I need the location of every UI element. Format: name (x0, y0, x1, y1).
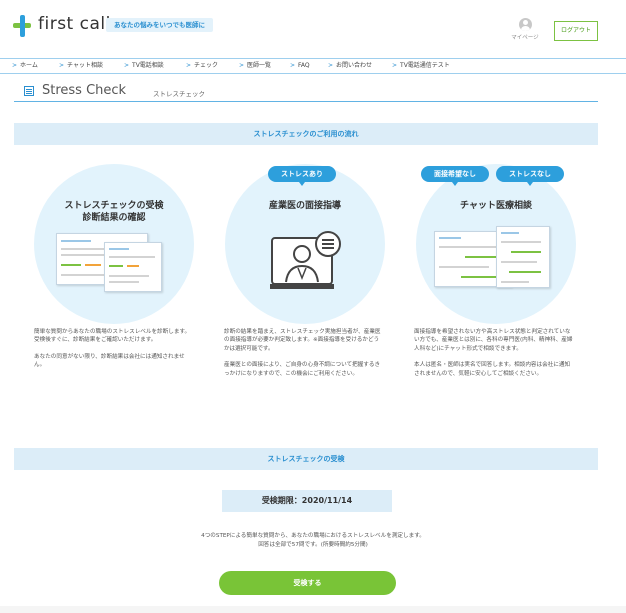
logo-text[interactable]: first call (38, 14, 111, 34)
mypage-link[interactable]: マイページ (508, 18, 542, 44)
desc-paragraph: 本人は匿名・医師は実名で回答します。相談内容は会社に通知されませんので、気軽に安… (414, 362, 571, 377)
result-doc-image-front (104, 242, 162, 292)
chat-screen-image-front (496, 226, 550, 288)
chevron-right-icon: > (124, 62, 130, 69)
list-icon (24, 86, 34, 96)
chevron-right-icon: > (12, 62, 18, 69)
flow-section-title: ストレスチェックのご利用の流れ (14, 123, 598, 145)
desc-paragraph: 産業医との面接により、ご自身の心身不調について把握するきっかけになりますので、こ… (224, 362, 381, 377)
chevron-right-icon: > (392, 62, 398, 69)
step-title-line: 診断結果の確認 (82, 213, 146, 223)
exam-section-title: ストレスチェックの受検 (14, 448, 598, 470)
step-desc-chat: 面接指導を希望されない方や高ストレス状態と判定されていない方でも、産業医とは別に… (414, 328, 574, 386)
step-desc-interview: 診断の結果を踏まえ、ストレスチェック実施担当者が、産業医の面接指導が必要か判定致… (224, 328, 384, 386)
badge-stress-no: ストレスなし (496, 166, 564, 186)
step-title-line: 産業医の面接指導 (268, 201, 341, 211)
exam-info-line: 回答は全部で57問です。(所要時間約5分間) (258, 542, 368, 548)
exam-deadline: 受検期限：2020/11/14 (222, 490, 392, 512)
step-title-line: チャット医療相談 (460, 201, 532, 211)
header: first call あなたの悩みをいつでも医師に マイページ ログアウト (0, 0, 626, 58)
logo-cross-icon[interactable] (13, 15, 31, 37)
nav-item-faq[interactable]: > FAQ (290, 59, 310, 73)
desc-paragraph: あなたの同意がない限り、診断結果は会社には通知されません。 (34, 353, 185, 369)
desc-paragraph: 簡単な質問からあなたの職場のストレスレベルを診断します。受検後すぐに、診断結果を… (34, 329, 191, 344)
tagline: あなたの悩みをいつでも医師に (106, 18, 213, 32)
nav-item-chat[interactable]: > チャット相談 (59, 59, 103, 73)
page-subtitle: ストレスチェック (153, 90, 205, 98)
desc-paragraph: 面接指導を希望されない方や高ストレス状態と判定されていない方でも、産業医とは別に… (414, 329, 573, 352)
desc-paragraph: 診断の結果を踏まえ、ストレスチェック実施担当者が、産業医の面接指導が必要か判定致… (224, 329, 381, 352)
exam-info-line: 4つのSTEPによる簡単な質問から、あなたの職場におけるストレスレベルを測定しま… (201, 533, 425, 539)
nav-label: ホーム (20, 62, 38, 69)
doctor-monitor-icon (270, 231, 341, 289)
exam-info: 4つのSTEPによる簡単な質問から、あなたの職場におけるストレスレベルを測定しま… (0, 532, 626, 550)
logout-button[interactable]: ログアウト (554, 21, 598, 41)
step-title-check: ストレスチェックの受検 診断結果の確認 (34, 200, 194, 224)
nav-label: 医師一覧 (247, 62, 272, 69)
step-desc-check: 簡単な質問からあなたの職場のストレスレベルを診断します。受検後すぐに、診断結果を… (34, 328, 194, 378)
start-exam-button[interactable]: 受検する (219, 571, 396, 595)
nav-item-tv[interactable]: > TV電話相談 (124, 59, 164, 73)
chevron-right-icon: > (290, 62, 296, 69)
chevron-right-icon: > (59, 62, 65, 69)
mypage-label: マイページ (511, 35, 539, 41)
nav-label: TV電話相談 (132, 62, 164, 69)
nav-item-contact[interactable]: > お問い合わせ (328, 59, 372, 73)
nav-item-tv-test[interactable]: > TV電話通信テスト (392, 59, 450, 73)
nav-item-doctors[interactable]: > 医師一覧 (239, 59, 271, 73)
nav-label: FAQ (298, 62, 310, 69)
nav-item-check[interactable]: > チェック (186, 59, 218, 73)
main-nav: > ホーム > チャット相談 > TV電話相談 > チェック > 医師一覧 > FAQ > お… (0, 58, 626, 74)
chevron-right-icon: > (328, 62, 334, 69)
nav-label: チェック (194, 62, 219, 69)
step-title-line: ストレスチェックの受検 (64, 201, 164, 211)
avatar-icon (518, 18, 532, 31)
step-title-chat: チャット医療相談 (416, 200, 576, 212)
step-title-interview: 産業医の面接指導 (225, 200, 385, 212)
nav-label: チャット相談 (67, 62, 103, 69)
page-title: Stress Check (42, 83, 127, 98)
badge-stress-yes: ストレスあり (268, 166, 336, 186)
nav-item-home[interactable]: > ホーム (12, 59, 38, 73)
chevron-right-icon: > (239, 62, 245, 69)
nav-label: お問い合わせ (336, 62, 373, 69)
chevron-right-icon: > (186, 62, 192, 69)
page-bottom-edge (0, 606, 626, 613)
nav-label: TV電話通信テスト (400, 62, 450, 69)
page-heading: Stress Check ストレスチェック (14, 82, 598, 102)
badge-no-interview: 面接希望なし (421, 166, 489, 186)
